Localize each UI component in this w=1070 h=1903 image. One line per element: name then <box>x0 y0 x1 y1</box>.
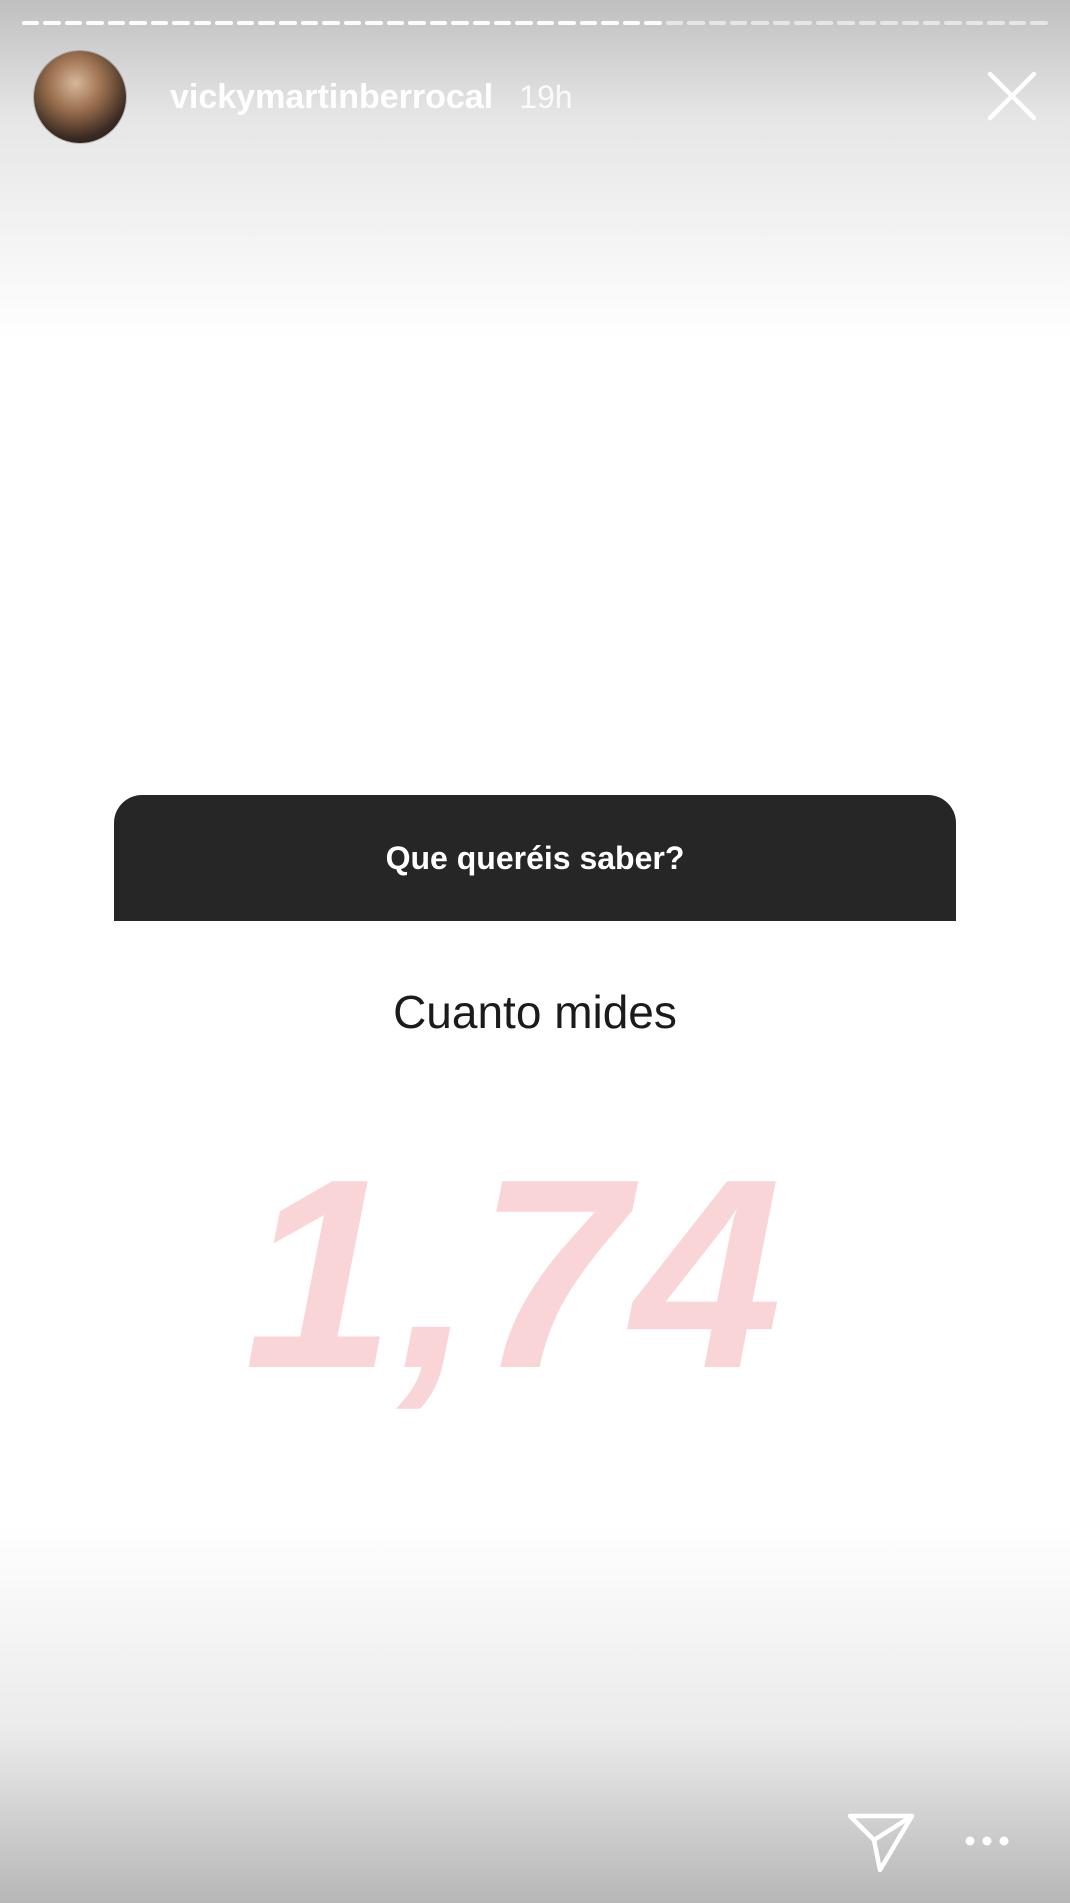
timestamp: 19h <box>519 78 573 115</box>
progress-segment <box>515 21 533 25</box>
progress-segment <box>129 21 147 25</box>
progress-segment <box>987 21 1005 25</box>
question-prompt: Que queréis saber? <box>385 839 685 876</box>
answer-value: 1,74 <box>244 1124 786 1425</box>
progress-segment <box>1030 21 1048 25</box>
close-button[interactable] <box>982 66 1042 126</box>
progress-segment <box>965 21 984 25</box>
progress-segment <box>837 21 855 25</box>
progress-segment <box>451 21 469 25</box>
more-dots-icon <box>965 1836 1009 1846</box>
progress-segment <box>257 21 276 25</box>
progress-segment <box>429 21 448 25</box>
progress-segment <box>815 21 834 25</box>
question-sticker: Que queréis saber? <box>114 795 956 921</box>
progress-segment <box>708 21 726 25</box>
progress-segment <box>1008 21 1027 25</box>
progress-segment <box>322 21 340 25</box>
progress-segment <box>579 21 598 25</box>
progress-segment <box>386 21 405 25</box>
username[interactable]: vickymartinberrocal <box>170 78 493 117</box>
progress-segment <box>86 21 104 25</box>
send-button[interactable] <box>846 1806 916 1876</box>
progress-segment <box>858 21 877 25</box>
progress-segment <box>22 21 40 25</box>
progress-segment <box>43 21 61 25</box>
more-options-button[interactable] <box>962 1826 1012 1856</box>
progress-segment <box>64 21 83 25</box>
progress-segment <box>536 21 555 25</box>
story-progress-bar <box>22 21 1048 25</box>
progress-segment <box>215 21 233 25</box>
progress-segment <box>923 21 941 25</box>
progress-segment <box>408 21 426 25</box>
progress-segment <box>279 21 297 25</box>
progress-segment <box>193 21 212 25</box>
asked-question: Cuanto mides <box>393 986 677 1038</box>
paper-plane-icon <box>847 1813 915 1873</box>
progress-segment <box>150 21 169 25</box>
progress-segment <box>472 21 490 25</box>
progress-segment <box>772 21 791 25</box>
progress-segment <box>343 21 362 25</box>
progress-segment <box>558 21 576 25</box>
progress-segment <box>644 21 662 25</box>
progress-segment <box>687 21 705 25</box>
progress-segment <box>300 21 319 25</box>
progress-segment <box>622 21 641 25</box>
progress-segment <box>493 21 512 25</box>
progress-segment <box>172 21 190 25</box>
progress-segment <box>665 21 684 25</box>
progress-segment <box>901 21 920 25</box>
progress-segment <box>880 21 898 25</box>
progress-segment <box>794 21 812 25</box>
progress-segment <box>236 21 254 25</box>
close-icon <box>987 71 1037 121</box>
avatar[interactable] <box>34 51 126 143</box>
progress-segment <box>751 21 769 25</box>
progress-segment <box>729 21 748 25</box>
progress-segment <box>107 21 126 25</box>
progress-segment <box>944 21 962 25</box>
progress-segment <box>365 21 383 25</box>
progress-segment <box>601 21 619 25</box>
story-header: vickymartinberrocal 19h <box>34 51 573 143</box>
